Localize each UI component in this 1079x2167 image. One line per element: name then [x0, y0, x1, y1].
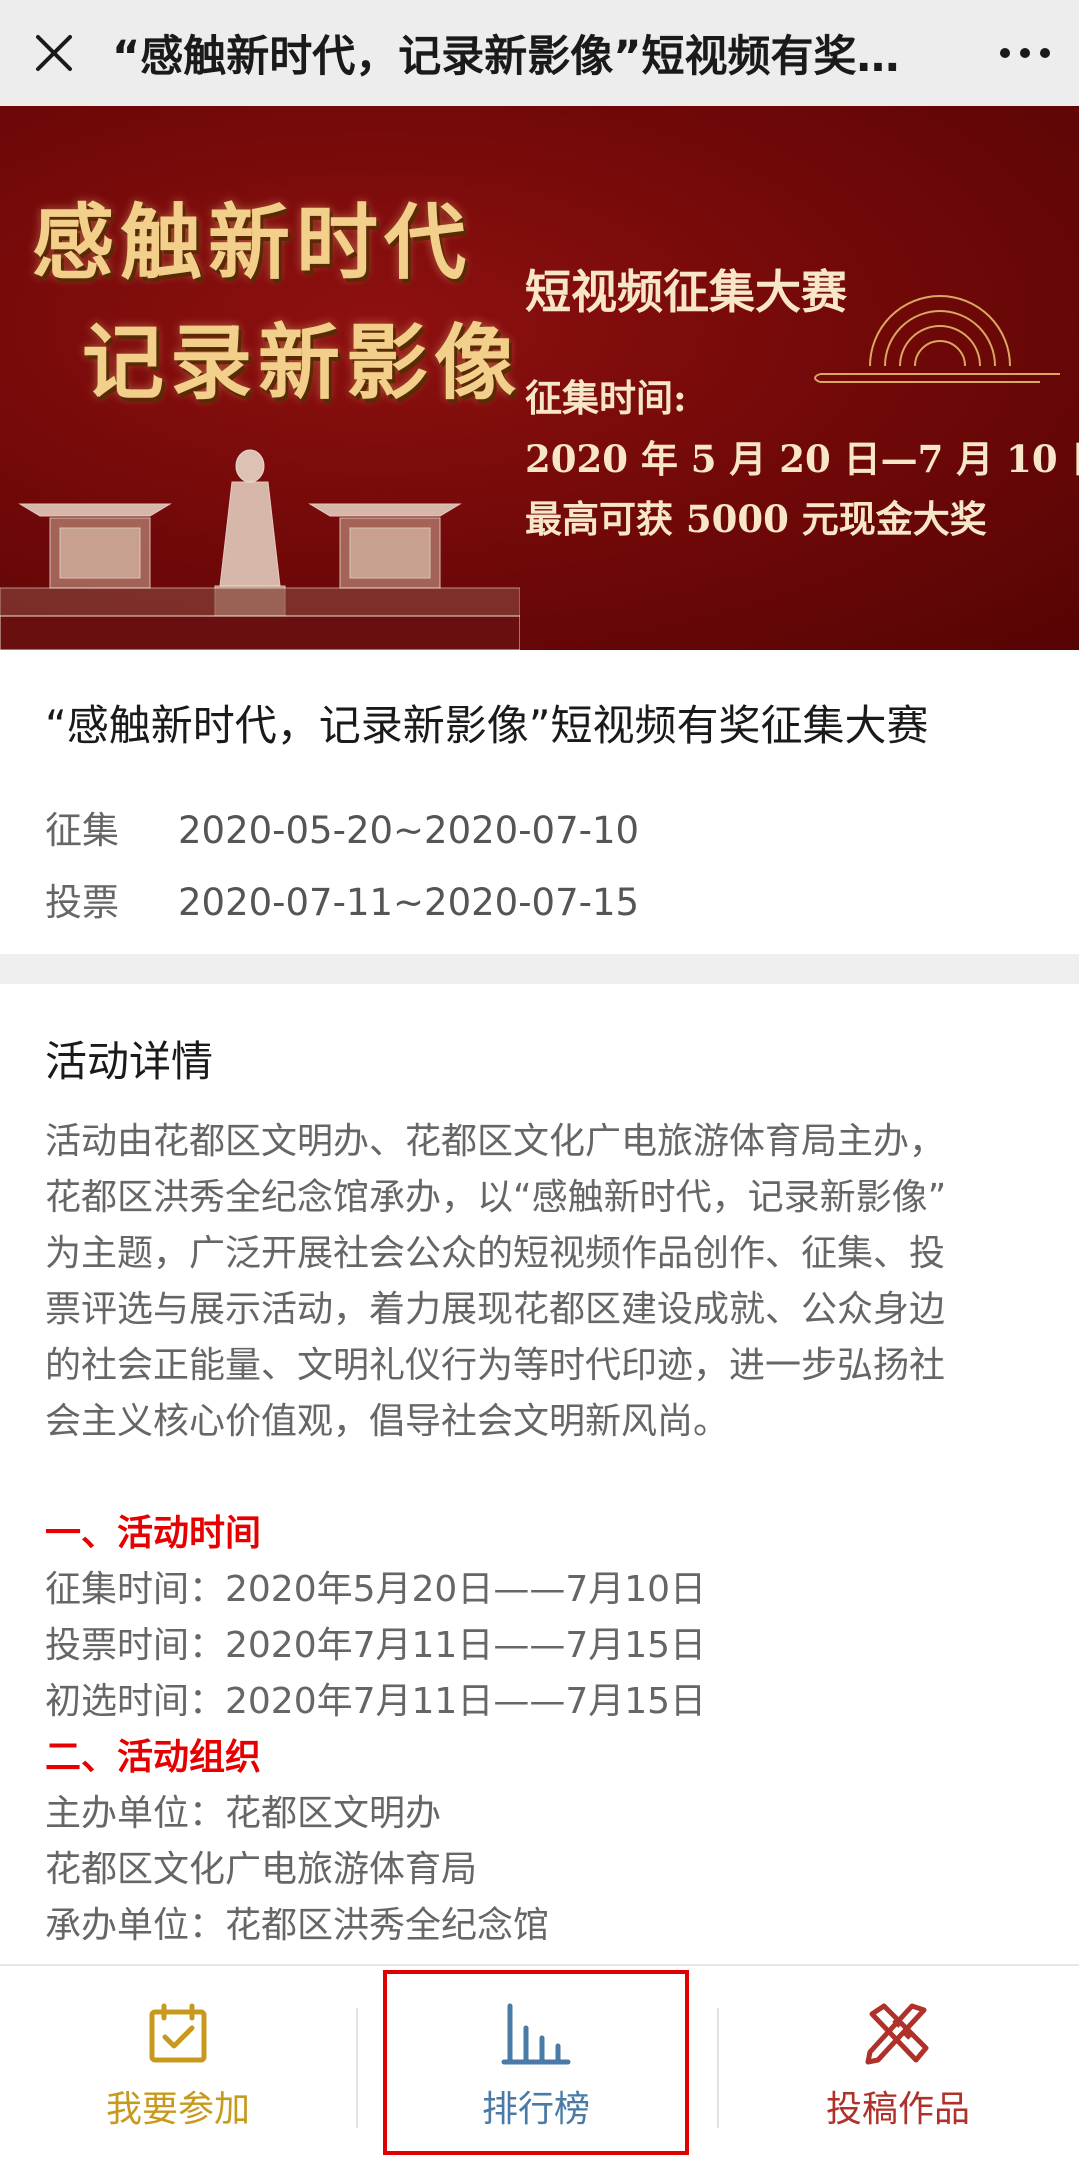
voting-period-row: 投票 2020-07-11~2020-07-15	[45, 872, 639, 926]
event-info: “感触新时代，记录新影像”短视频有奖征集大赛 征集 2020-05-20~2020…	[0, 650, 1079, 954]
submit-work-label: 投稿作品	[825, 2088, 970, 2130]
intro-line: 活动由花都区文明办、花都区文化广电旅游体育局主办，	[45, 1121, 946, 1162]
memorial-building-illustration	[0, 449, 520, 650]
join-label: 我要参加	[105, 2088, 250, 2130]
details-body: 活动由花都区文明办、花都区文化广电旅游体育局主办， 花都区洪秀全纪念馆承办，以“…	[45, 1114, 1035, 1954]
section-divider	[0, 954, 1079, 984]
collection-label: 征集	[45, 809, 119, 852]
collection-period-row: 征集 2020-05-20~2020-07-10	[45, 800, 639, 854]
arch-decoration-icon	[814, 295, 1060, 383]
banner-subtitle: 短视频征集大赛	[525, 265, 847, 319]
banner-period-label: 征集时间:	[525, 376, 687, 420]
banner-prize: 最高可获 5000 元现金大奖	[525, 497, 987, 541]
section-title-organization: 二、活动组织	[45, 1737, 262, 1778]
intro-line: 花都区洪秀全纪念馆承办，以“感触新时代，记录新影像”	[45, 1177, 947, 1218]
intro-line: 票评选与展示活动，着力展现花都区建设成就、公众身边	[45, 1289, 946, 1330]
top-navbar: “感触新时代，记录新影像”短视频有奖…	[0, 0, 1079, 106]
organizer-line: 花都区文化广电旅游体育局	[45, 1849, 478, 1890]
schedule-line: 投票时间：2020年7月11日——7月15日	[45, 1625, 707, 1666]
ranking-highlight-box	[383, 1970, 689, 2155]
organizer-line: 主办单位：花都区文明办	[45, 1793, 442, 1834]
banner-title-line1: 感触新时代	[32, 195, 473, 291]
intro-line: 会主义核心价值观，倡导社会文明新风尚。	[45, 1401, 730, 1442]
intro-line: 为主题，广泛开展社会公众的短视频作品创作、征集、投	[45, 1233, 946, 1274]
details-heading: 活动详情	[45, 1037, 214, 1086]
event-details: 活动详情 活动由花都区文明办、花都区文化广电旅游体育局主办， 花都区洪秀全纪念馆…	[0, 984, 1079, 1964]
pencil-ruler-icon	[865, 2003, 929, 2064]
collection-dates: 2020-05-20~2020-07-10	[178, 809, 640, 852]
close-icon[interactable]	[30, 29, 78, 77]
event-banner: 感触新时代 记录新影像 短视频征集大赛 征集时间: 2020 年 5 月 20 …	[0, 106, 1079, 650]
page-title: “感触新时代，记录新影像”短视频有奖…	[112, 32, 900, 82]
banner-period-value: 2020 年 5 月 20 日—7 月 10 日	[525, 437, 1079, 481]
section-title-time: 一、活动时间	[45, 1513, 262, 1554]
intro-line: 的社会正能量、文明礼仪行为等时代印迹，进一步弘扬社	[45, 1345, 946, 1386]
voting-label: 投票	[45, 881, 119, 924]
schedule-line: 初选时间：2020年7月11日——7月15日	[45, 1681, 707, 1722]
voting-dates: 2020-07-11~2020-07-15	[178, 881, 640, 924]
banner-title-line2: 记录新影像	[82, 315, 523, 411]
more-icon[interactable]	[995, 29, 1055, 77]
calendar-check-icon	[149, 2003, 207, 2062]
tab-divider	[356, 2008, 358, 2128]
event-title: “感触新时代，记录新影像”短视频有奖征集大赛	[45, 701, 929, 750]
schedule-line: 征集时间：2020年5月20日——7月10日	[45, 1569, 707, 1610]
organizer-line: 承办单位：花都区洪秀全纪念馆	[45, 1905, 550, 1946]
submit-work-button[interactable]: 投稿作品	[717, 1966, 1079, 2167]
join-button[interactable]: 我要参加	[0, 1966, 356, 2167]
